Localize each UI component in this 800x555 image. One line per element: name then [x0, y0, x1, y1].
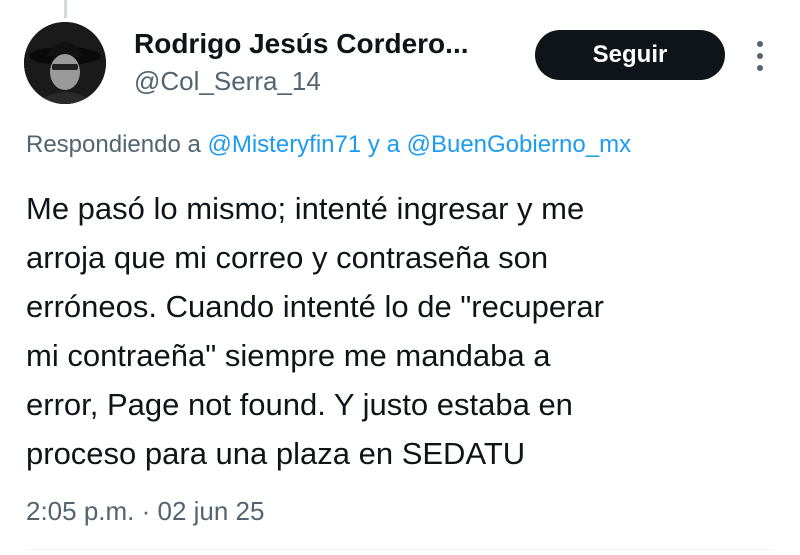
tweet-text: Me pasó lo mismo; intenté ingresar y me …	[26, 184, 786, 478]
tweet-text-line: arroja que mi correo y contraseña son	[26, 240, 549, 275]
mention-link[interactable]: @Misteryfin71	[207, 131, 361, 158]
profile-photo-icon	[24, 22, 106, 104]
reply-prefix: Respondiendo a	[26, 131, 201, 158]
tweet-text-line: proceso para una plaza en SEDATU	[26, 436, 526, 471]
avatar[interactable]	[24, 22, 106, 104]
tweet-text-line: mi contraeña" siempre me mandaba a	[26, 338, 551, 373]
tweet-text-line: error, Page not found. Y justo estaba en	[26, 387, 573, 422]
divider	[26, 549, 774, 550]
reply-connector: y a	[367, 131, 400, 158]
tweet-timestamp[interactable]: 2:05 p.m. · 02 jun 25	[26, 494, 264, 528]
author-info: Rodrigo Jesús Cordero... @Col_Serra_14	[134, 26, 514, 98]
author-display-name[interactable]: Rodrigo Jesús Cordero...	[134, 26, 514, 62]
author-handle[interactable]: @Col_Serra_14	[134, 64, 514, 98]
mention-link[interactable]: @BuenGobierno_mx	[407, 131, 631, 158]
tweet-detail: Rodrigo Jesús Cordero... @Col_Serra_14 S…	[0, 0, 800, 555]
more-vertical-icon	[757, 41, 763, 71]
tweet-text-line: erróneos. Cuando intenté lo de "recupera…	[26, 289, 604, 324]
follow-button[interactable]: Seguir	[535, 30, 725, 80]
tweet-text-line: Me pasó lo mismo; intenté ingresar y me	[26, 191, 585, 226]
more-options-button[interactable]	[748, 36, 772, 76]
reply-context: Respondiendo a @Misteryfin71 y a @BuenGo…	[26, 128, 800, 162]
thread-connector-line	[64, 0, 67, 18]
